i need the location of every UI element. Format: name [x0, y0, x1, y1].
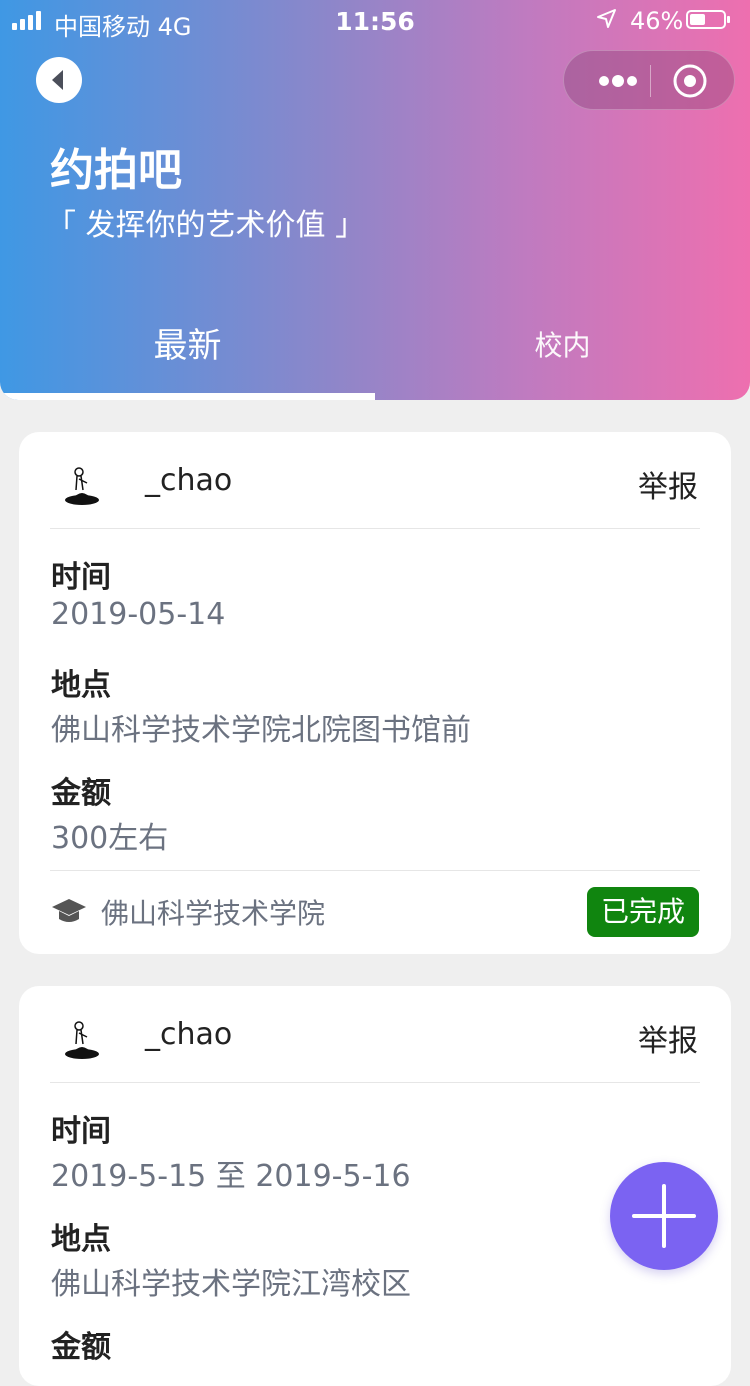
page-subtitle: 「 发挥你的艺术价值 」 [46, 208, 366, 243]
battery-percent: 46% [630, 7, 684, 35]
time-value: 2019-5-15 至 2019-5-16 [51, 1159, 411, 1194]
place-value: 佛山科学技术学院江湾校区 [51, 1267, 411, 1302]
post-card[interactable]: _chao 举报 时间 2019-05-14 地点 佛山科学技术学院北院图书馆前… [19, 432, 731, 954]
divider [50, 1082, 700, 1083]
battery-icon [686, 10, 730, 29]
author-name[interactable]: _chao [145, 1017, 232, 1052]
header: 中国移动 4G 11:56 46% 约拍吧 「 发挥你的艺术价值 」 最新 校内 [0, 0, 750, 400]
capsule-menu [563, 50, 735, 110]
tab-latest[interactable]: 最新 [0, 318, 375, 367]
report-button[interactable]: 举报 [638, 1016, 698, 1060]
more-dots-icon [599, 75, 637, 87]
tab-campus[interactable]: 校内 [375, 324, 750, 364]
target-icon [673, 64, 707, 98]
status-bar: 中国移动 4G 11:56 46% [0, 0, 750, 42]
page-title: 约拍吧 [50, 145, 182, 196]
time-label: 时间 [51, 1114, 111, 1149]
report-button[interactable]: 举报 [638, 462, 698, 506]
time-value: 2019-05-14 [51, 597, 226, 632]
amount-label: 金额 [51, 1330, 111, 1365]
back-arrow-icon [52, 70, 63, 90]
add-post-button[interactable] [610, 1162, 718, 1270]
more-button[interactable] [586, 51, 648, 111]
post-author-row: _chao 举报 [19, 986, 731, 1082]
post-author-row: _chao 举报 [19, 432, 731, 528]
close-miniprogram-button[interactable] [672, 63, 708, 99]
back-button[interactable] [36, 57, 82, 103]
school-name: 佛山科学技术学院 [101, 897, 326, 930]
tab-indicator [0, 393, 375, 400]
amount-value: 300左右 [51, 821, 169, 856]
divider [50, 528, 700, 529]
amount-label: 金额 [51, 776, 111, 811]
author-name[interactable]: _chao [145, 463, 232, 498]
plus-icon [632, 1184, 696, 1248]
avatar[interactable] [59, 1016, 105, 1062]
place-label: 地点 [51, 1222, 111, 1257]
place-label: 地点 [51, 668, 111, 703]
avatar[interactable] [59, 462, 105, 508]
graduation-cap-icon [52, 899, 86, 922]
post-footer: 佛山科学技术学院 已完成 [19, 870, 731, 954]
place-value: 佛山科学技术学院北院图书馆前 [51, 713, 471, 748]
location-icon [595, 8, 617, 36]
status-badge: 已完成 [587, 887, 699, 937]
time-label: 时间 [51, 560, 111, 595]
capsule-divider [650, 65, 651, 97]
